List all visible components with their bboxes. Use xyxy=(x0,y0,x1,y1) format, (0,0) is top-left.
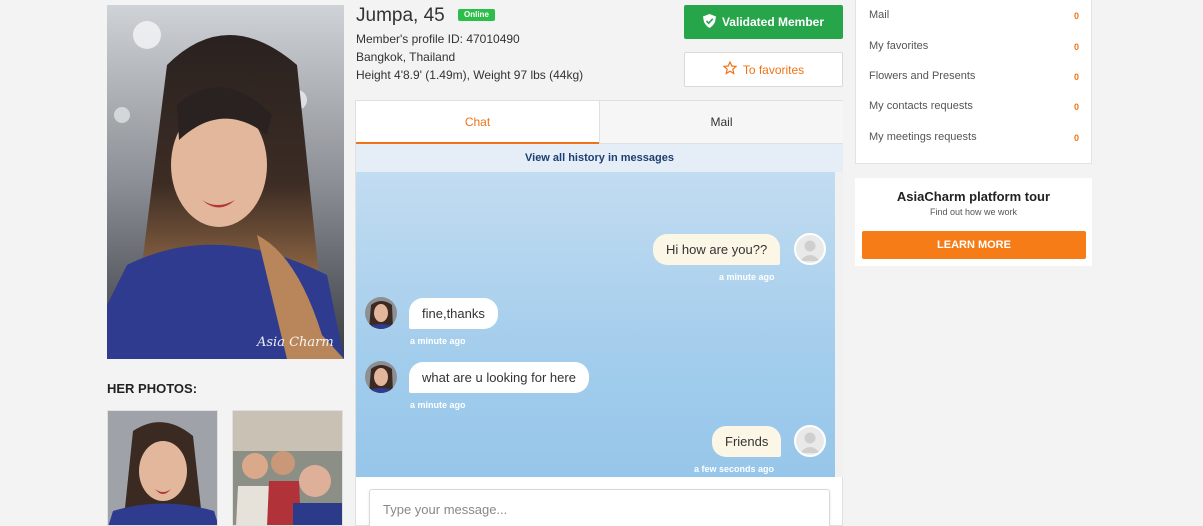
her-avatar[interactable] xyxy=(365,297,397,329)
sidebar-count-meetings-requests: 0 xyxy=(1073,133,1079,143)
tour-title: AsiaCharm platform tour xyxy=(896,189,1051,204)
chat-panel: Chat Mail View all history in messages H… xyxy=(355,100,843,526)
validated-member-label: Validated Member xyxy=(721,15,825,29)
user-avatar xyxy=(794,425,826,457)
learn-more-button[interactable]: LEARN MORE xyxy=(862,231,1086,259)
tab-chat[interactable]: Chat xyxy=(356,101,599,144)
message-time: a minute ago xyxy=(719,272,775,282)
her-photos-heading: HER PHOTOS: xyxy=(107,381,198,396)
photo-thumbnail[interactable] xyxy=(232,410,343,526)
sidebar-item-mail[interactable]: Mail xyxy=(869,9,889,21)
messages-scrollbar[interactable] xyxy=(835,172,843,477)
her-avatar[interactable] xyxy=(365,361,397,393)
message-time: a minute ago xyxy=(410,336,466,346)
profile-location: Bangkok, Thailand xyxy=(356,50,456,64)
validated-member-button[interactable]: Validated Member xyxy=(684,5,843,39)
message-bubble-outgoing: Friends xyxy=(712,426,782,457)
platform-tour-card: AsiaCharm platform tour Find out how we … xyxy=(855,178,1092,266)
view-history-link[interactable]: View all history in messages xyxy=(356,144,843,172)
message-time: a few seconds ago xyxy=(694,464,775,474)
message-bubble-incoming: what are u looking for here xyxy=(409,362,589,393)
to-favorites-button[interactable]: To favorites xyxy=(684,52,843,87)
shield-check-icon xyxy=(702,13,716,31)
photo-thumbnail[interactable] xyxy=(107,410,218,526)
message-list: Hi how are you?? a minute ago fine,thank… xyxy=(356,172,835,477)
message-bubble-outgoing: Hi how are you?? xyxy=(653,234,781,265)
sidebar-item-contacts-requests[interactable]: My contacts requests xyxy=(869,100,973,112)
tab-mail[interactable]: Mail xyxy=(599,101,843,144)
user-avatar xyxy=(794,233,826,265)
sidebar-item-favorites[interactable]: My favorites xyxy=(869,40,928,52)
sidebar-item-meetings-requests[interactable]: My meetings requests xyxy=(869,131,977,143)
profile-name: Jumpa, 45 xyxy=(356,5,445,26)
sidebar-item-flowers[interactable]: Flowers and Presents xyxy=(869,70,975,82)
message-time: a minute ago xyxy=(410,400,466,410)
message-input[interactable]: Type your message... xyxy=(369,489,830,526)
star-icon xyxy=(722,60,738,78)
message-bubble-incoming: fine,thanks xyxy=(409,298,498,329)
profile-photo-image xyxy=(107,5,344,359)
sidebar-count-mail: 0 xyxy=(1073,11,1079,21)
thumbnail-image xyxy=(108,411,217,525)
thumbnail-image xyxy=(233,411,342,525)
main-profile-photo[interactable]: Asia Charm xyxy=(107,5,344,359)
tour-subtitle: Find out how we work xyxy=(929,207,1018,217)
profile-id: Member's profile ID: 47010490 xyxy=(356,32,520,46)
photo-watermark: Asia Charm xyxy=(257,335,334,350)
profile-body-info: Height 4'8.9' (1.49m), Weight 97 lbs (44… xyxy=(356,68,584,82)
to-favorites-label: To favorites xyxy=(742,62,805,77)
sidebar-menu: Mail 0 My favorites 0 Flowers and Presen… xyxy=(855,0,1092,164)
sidebar-count-contacts-requests: 0 xyxy=(1073,102,1079,112)
online-status-badge: Online xyxy=(458,9,495,21)
sidebar-count-favorites: 0 xyxy=(1073,42,1079,52)
sidebar-count-flowers: 0 xyxy=(1073,72,1079,82)
